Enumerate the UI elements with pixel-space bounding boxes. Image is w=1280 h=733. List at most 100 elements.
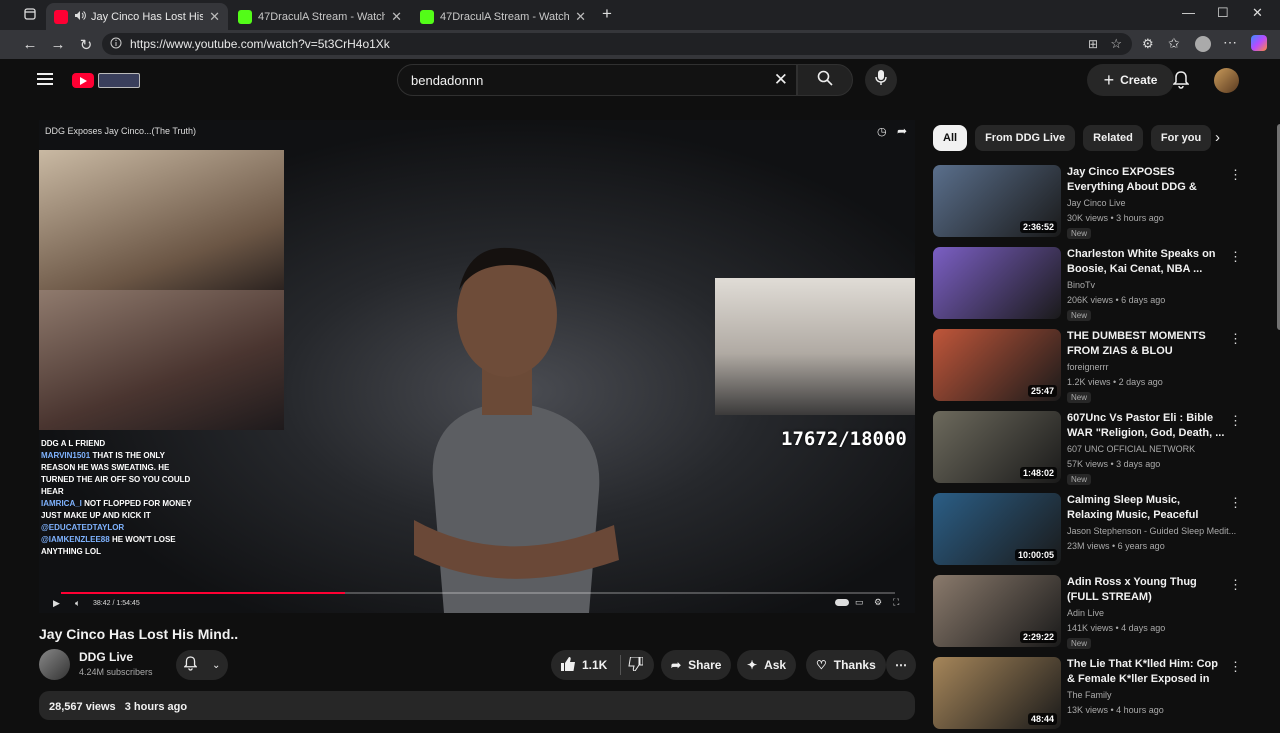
autoplay-toggle-icon[interactable]	[835, 599, 849, 606]
close-tab-icon[interactable]: ✕	[209, 9, 220, 25]
site-info-icon[interactable]	[110, 37, 122, 52]
play-icon[interactable]: ▶	[53, 598, 60, 609]
favorite-star-icon[interactable]: ☆	[1110, 36, 1122, 52]
stream-chat-overlay: DDG A L FRIEND Marvin1501 THAT IS THE ON…	[41, 438, 201, 558]
ask-button[interactable]: ✦ Ask	[737, 650, 797, 680]
kebab-menu-icon[interactable]: ⋮	[1229, 331, 1242, 347]
recommended-video[interactable]: 25:47 THE DUMBEST MOMENTS FROM ZIAS & BLO…	[933, 329, 1253, 405]
view-count: 28,567 views	[49, 701, 116, 713]
recommended-video[interactable]: 2:36:52 Jay Cinco EXPOSES Everything Abou…	[933, 165, 1253, 241]
recommended-channel-name[interactable]: BinoTv	[1067, 280, 1095, 290]
search-button[interactable]	[797, 64, 853, 96]
reload-icon[interactable]: ↻	[72, 31, 100, 59]
chip-related[interactable]: Related	[1083, 125, 1143, 151]
kebab-menu-icon[interactable]: ⋮	[1229, 167, 1242, 183]
video-thumbnail[interactable]: 1:48:02	[933, 411, 1061, 483]
maximize-icon[interactable]: ☐	[1217, 5, 1229, 21]
filter-chips: All From DDG Live Related For you	[933, 125, 1212, 151]
clear-search-icon[interactable]: ✕	[774, 70, 788, 90]
video-thumbnail[interactable]: 10:00:05	[933, 493, 1061, 565]
profile-icon[interactable]	[1195, 36, 1211, 52]
recommended-channel-name[interactable]: Jay Cinco Live	[1067, 198, 1126, 208]
recommended-video[interactable]: 2:29:22 Adin Ross x Young Thug (FULL STRE…	[933, 575, 1253, 651]
kebab-menu-icon[interactable]: ⋮	[1229, 659, 1242, 675]
recommended-video-title[interactable]: THE DUMBEST MOMENTS FROM ZIAS & BLOU (FU…	[1067, 329, 1227, 359]
like-button[interactable]: 1.1K	[561, 656, 607, 674]
recommended-video-title[interactable]: Jay Cinco EXPOSES Everything About DDG &…	[1067, 165, 1227, 195]
tab-actions-icon[interactable]	[24, 8, 36, 23]
watch-later-icon[interactable]: ◷	[877, 125, 887, 138]
streamer-figure	[414, 247, 619, 613]
notification-settings-button[interactable]: ⌄	[176, 650, 228, 680]
notifications-bell-icon[interactable]	[1172, 71, 1190, 94]
fullscreen-icon[interactable]: ⛶	[893, 597, 899, 608]
hamburger-menu-icon[interactable]	[37, 72, 53, 91]
account-avatar[interactable]	[1214, 68, 1239, 93]
player-controls: ▶ 🔈︎ 38:42 / 1:54:45 ▭ ⚙ ⛶	[39, 594, 915, 613]
minimize-icon[interactable]: —	[1182, 5, 1195, 20]
kebab-menu-icon[interactable]: ⋮	[1229, 249, 1242, 265]
forward-icon[interactable]: →	[44, 31, 72, 59]
recommended-video-title[interactable]: 607Unc Vs Pastor Eli : Bible WAR "Religi…	[1067, 411, 1227, 441]
kebab-menu-icon[interactable]: ⋮	[1229, 577, 1242, 593]
more-actions-button[interactable]: ⋯	[886, 650, 916, 680]
video-thumbnail[interactable]	[933, 247, 1061, 319]
recommended-channel-name[interactable]: Jason Stephenson - Guided Sleep Medit...	[1067, 526, 1236, 536]
back-icon[interactable]: ←	[16, 31, 44, 59]
video-thumbnail[interactable]: 48:44	[933, 657, 1061, 729]
recommended-video-title[interactable]: Adin Ross x Young Thug (FULL STREAM)	[1067, 575, 1227, 605]
share-button[interactable]: ➦ Share	[661, 650, 732, 680]
recommended-video-title[interactable]: Charleston White Speaks on Boosie, Kai C…	[1067, 247, 1227, 277]
app-available-icon[interactable]: ⊞	[1088, 37, 1098, 51]
tab-kick-1[interactable]: 47DraculA Stream - Watch Live o ✕	[230, 3, 410, 30]
chips-next-chevron-icon[interactable]: ›	[1215, 129, 1220, 146]
captions-icon[interactable]: ▭	[855, 597, 864, 608]
settings-gear-icon[interactable]: ⚙	[874, 597, 882, 608]
close-tab-icon[interactable]: ✕	[391, 9, 402, 25]
kebab-menu-icon[interactable]: ⋮	[1229, 413, 1242, 429]
video-thumbnail[interactable]: 2:36:52	[933, 165, 1061, 237]
recommended-video-title[interactable]: The Lie That K*lled Him: Cop & Female K*…	[1067, 657, 1227, 687]
recommended-video[interactable]: Charleston White Speaks on Boosie, Kai C…	[933, 247, 1253, 323]
youtube-logo[interactable]	[72, 72, 140, 88]
tab-kick-2[interactable]: 47DraculA Stream - Watch Live o ✕	[412, 3, 594, 30]
divider	[620, 655, 622, 675]
close-tab-icon[interactable]: ✕	[575, 9, 586, 25]
copilot-icon[interactable]	[1251, 35, 1267, 51]
video-player[interactable]: DDG Exposes Jay Cinco...(The Truth) ◷ ➦ …	[39, 120, 915, 613]
address-bar[interactable]: https://www.youtube.com/watch?v=5t3CrH4o…	[102, 33, 1132, 55]
favorites-icon[interactable]: ✩	[1168, 35, 1180, 52]
description-box[interactable]: 28,567 views 3 hours ago	[39, 691, 915, 720]
share-overlay-icon[interactable]: ➦	[897, 124, 907, 138]
recommended-channel-name[interactable]: The Family	[1067, 690, 1112, 700]
menu-dots-icon[interactable]: ⋯	[1223, 34, 1237, 51]
create-button[interactable]: + Create	[1087, 64, 1174, 96]
recommended-video-title[interactable]: Calming Sleep Music, Relaxing Music, Pea…	[1067, 493, 1227, 523]
close-window-icon[interactable]: ✕	[1252, 5, 1263, 21]
recommended-channel-name[interactable]: 607 UNC OFFICIAL NETWORK	[1067, 444, 1195, 454]
extensions-icon[interactable]: ⚙	[1142, 36, 1154, 52]
thanks-button[interactable]: ♡ Thanks	[806, 650, 886, 680]
volume-icon[interactable]: 🔈︎	[75, 598, 80, 609]
chip-from-channel[interactable]: From DDG Live	[975, 125, 1076, 151]
recommended-video[interactable]: 48:44 The Lie That K*lled Him: Cop & Fema…	[933, 657, 1253, 733]
channel-avatar[interactable]	[39, 649, 70, 680]
video-thumbnail[interactable]: 2:29:22	[933, 575, 1061, 647]
new-tab-button[interactable]: +	[602, 4, 612, 24]
channel-name[interactable]: DDG Live	[79, 650, 133, 664]
recommended-video[interactable]: 1:48:02 607Unc Vs Pastor Eli : Bible WAR …	[933, 411, 1253, 487]
video-title: Jay Cinco Has Lost His Mind..	[39, 626, 239, 642]
voice-search-button[interactable]	[865, 64, 897, 96]
chat-header: DDG A L FRIEND	[41, 439, 106, 448]
recommended-channel-name[interactable]: foreignerrr	[1067, 362, 1109, 372]
search-input[interactable]: bendadonnn ✕	[397, 64, 797, 96]
video-thumbnail[interactable]: 25:47	[933, 329, 1061, 401]
speaker-icon[interactable]	[74, 10, 86, 24]
kebab-menu-icon[interactable]: ⋮	[1229, 495, 1242, 511]
tab-youtube[interactable]: Jay Cinco Has Lost His Mind.. ✕	[46, 3, 228, 30]
recommended-video[interactable]: 10:00:05 Calming Sleep Music, Relaxing Mu…	[933, 493, 1253, 569]
chip-for-you[interactable]: For you	[1150, 125, 1212, 151]
dislike-icon[interactable]	[628, 656, 644, 674]
chip-all[interactable]: All	[933, 125, 968, 151]
recommended-channel-name[interactable]: Adin Live	[1067, 608, 1104, 618]
